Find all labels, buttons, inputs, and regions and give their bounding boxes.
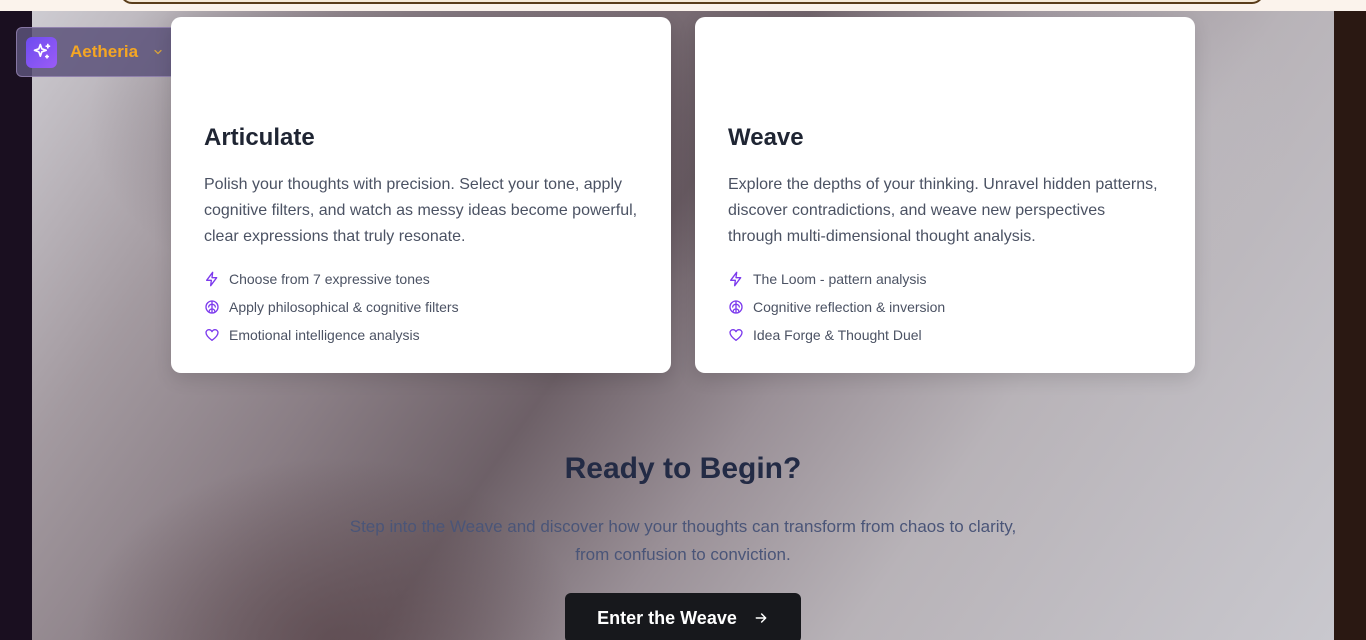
feature-label: The Loom - pattern analysis bbox=[753, 271, 927, 287]
chevron-down-icon bbox=[152, 46, 164, 58]
heart-icon bbox=[729, 329, 743, 341]
feature-item: Cognitive reflection & inversion bbox=[728, 293, 1162, 321]
feature-item: Choose from 7 expressive tones bbox=[204, 265, 638, 293]
brain-icon bbox=[205, 300, 219, 314]
feature-label: Cognitive reflection & inversion bbox=[753, 299, 946, 315]
top-banner bbox=[0, 0, 1366, 11]
card-description: Explore the depths of your thinking. Unr… bbox=[728, 176, 1158, 245]
sparkles-icon bbox=[26, 36, 57, 68]
card-description: Polish your thoughts with precision. Sel… bbox=[204, 176, 638, 245]
feature-label: Emotional intelligence analysis bbox=[229, 327, 420, 343]
brand-name: Aetheria bbox=[70, 42, 139, 61]
feature-list: The Loom - pattern analysis Cognitive re… bbox=[728, 265, 1162, 349]
feature-label: Idea Forge & Thought Duel bbox=[753, 327, 922, 343]
cta-subtitle: Step into the Weave and discover how you… bbox=[349, 517, 1017, 564]
card-weave: Weave Explore the depths of your thinkin… bbox=[695, 17, 1195, 373]
arrow-right-icon bbox=[755, 613, 767, 623]
enter-weave-button[interactable]: Enter the Weave bbox=[565, 593, 801, 640]
feature-item: The Loom - pattern analysis bbox=[728, 265, 1162, 293]
lightning-icon bbox=[206, 271, 218, 287]
brand-switcher[interactable]: Aetheria bbox=[16, 27, 182, 77]
feature-item: Apply philosophical & cognitive filters bbox=[204, 293, 638, 321]
feature-list: Choose from 7 expressive tones Apply phi… bbox=[204, 265, 638, 349]
feature-item: Idea Forge & Thought Duel bbox=[728, 321, 1162, 349]
brain-icon bbox=[729, 300, 743, 314]
top-banner-pill bbox=[120, 0, 1264, 4]
card-title: Weave bbox=[728, 124, 804, 151]
card-title: Articulate bbox=[204, 124, 315, 151]
lightning-icon bbox=[730, 271, 742, 287]
cta-title: Ready to Begin? bbox=[564, 452, 802, 485]
feature-label: Choose from 7 expressive tones bbox=[229, 271, 430, 287]
enter-weave-label: Enter the Weave bbox=[597, 607, 737, 628]
heart-icon bbox=[205, 329, 219, 341]
feature-item: Emotional intelligence analysis bbox=[204, 321, 638, 349]
feature-label: Apply philosophical & cognitive filters bbox=[229, 299, 459, 315]
card-articulate: Articulate Polish your thoughts with pre… bbox=[171, 17, 671, 373]
